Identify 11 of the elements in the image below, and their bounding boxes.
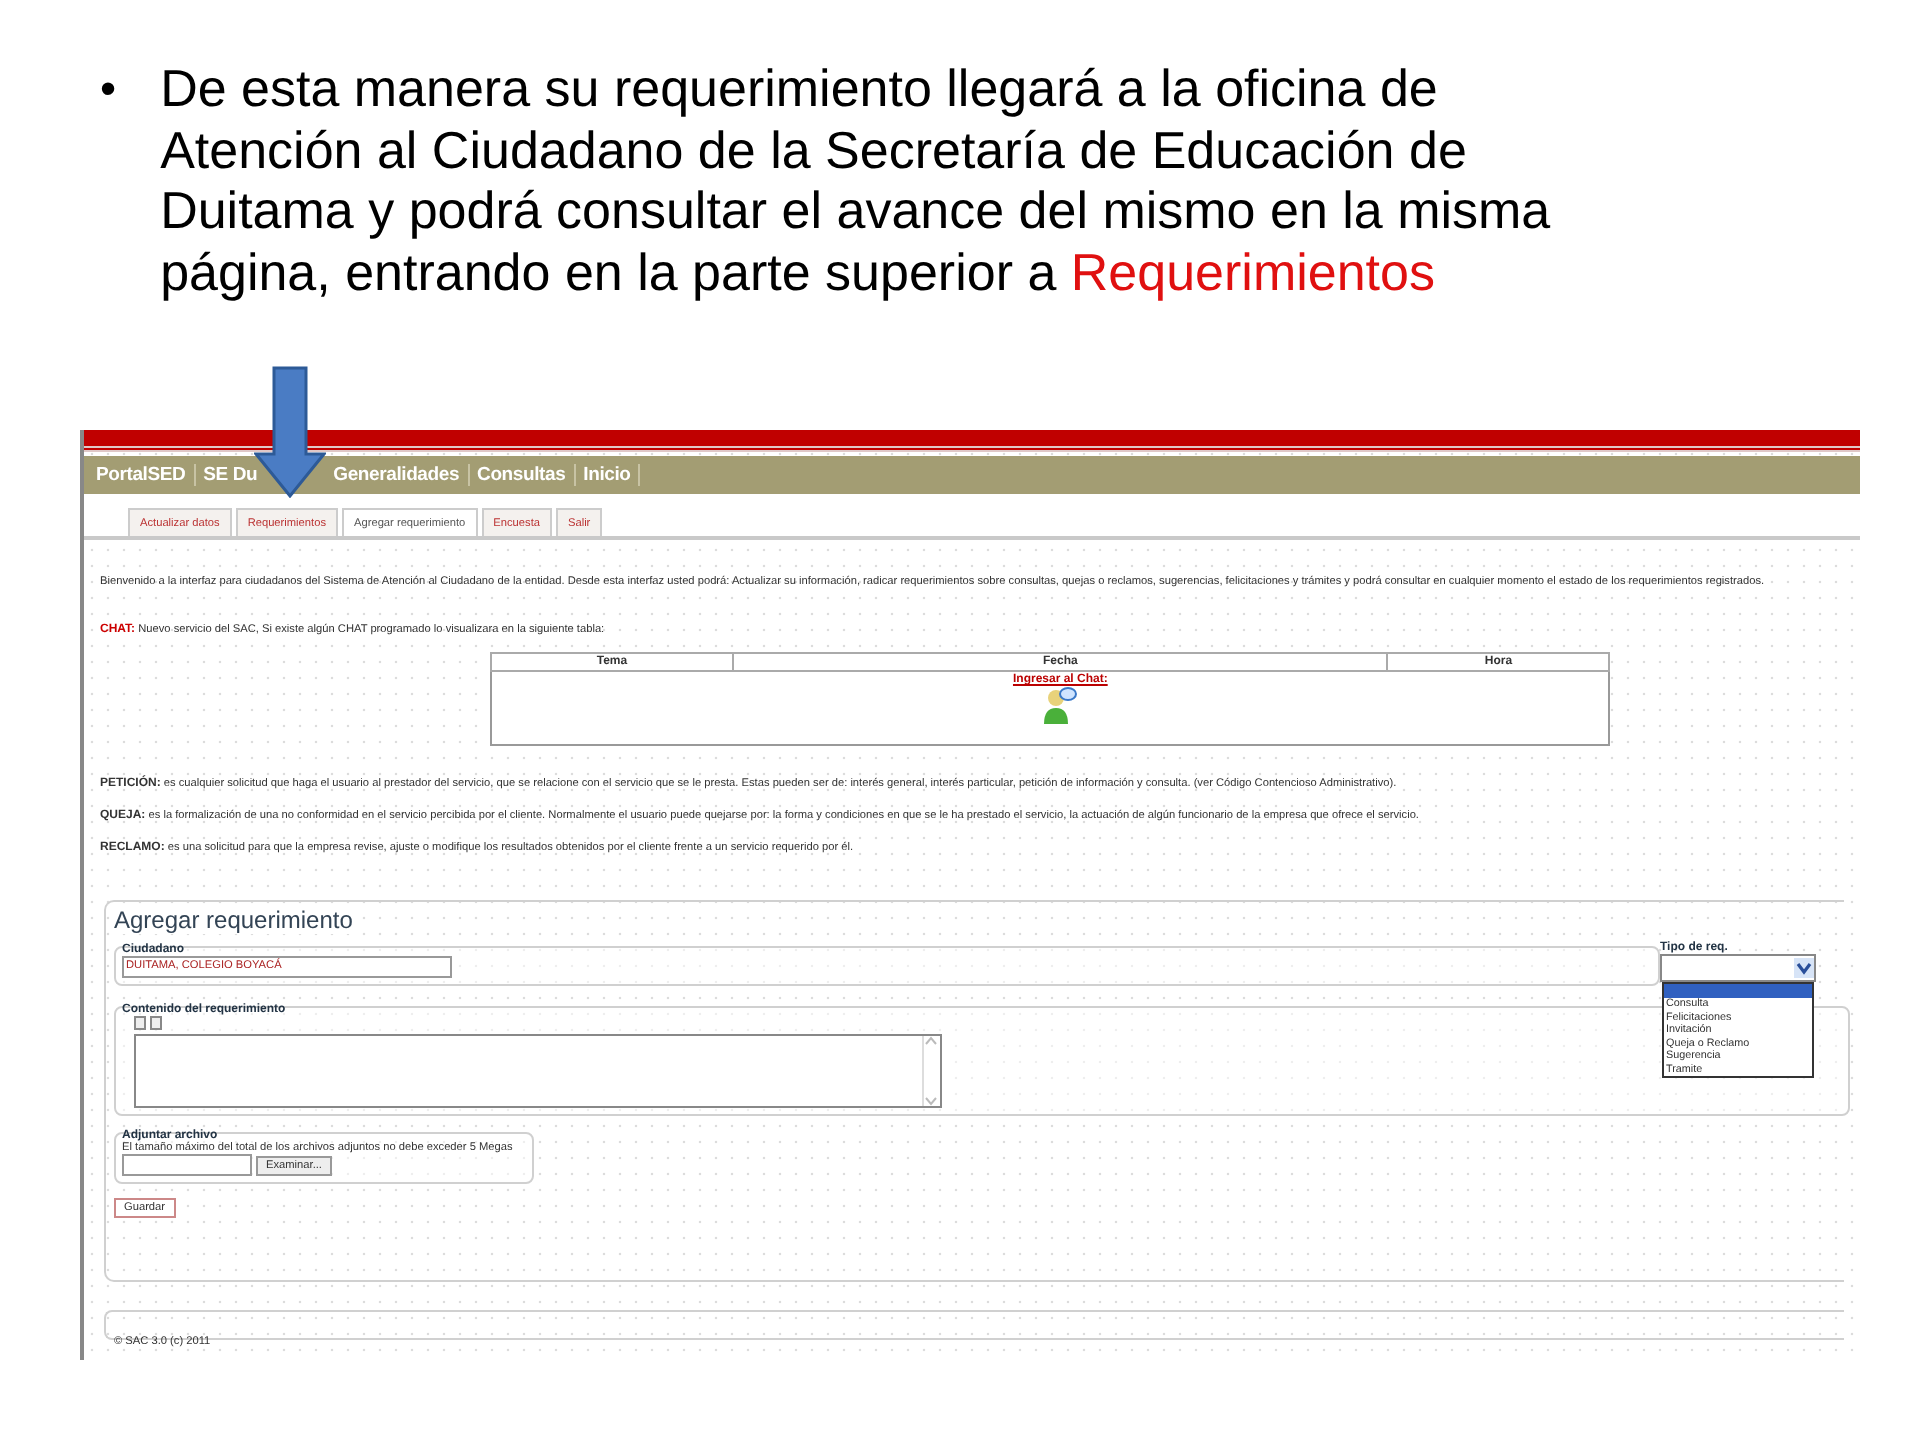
scrollbar[interactable] xyxy=(922,1036,940,1106)
chevron-icon xyxy=(1794,958,1814,978)
chat-user-icon xyxy=(1042,686,1079,726)
scroll-down-icon[interactable] xyxy=(924,1096,938,1106)
file-field[interactable] xyxy=(122,1154,252,1176)
slide-text: De esta manera su requerimiento llegará a la oficina de Atención al Ciudadano de la Secretaría de Educación de Duitama y podrá consultar el avance del mismo en la misma página, entrando en la parte superior a Requerimientos xyxy=(160,58,1553,305)
content-textarea[interactable] xyxy=(134,1034,942,1108)
bullet: • xyxy=(100,60,117,118)
arrow-drawing xyxy=(254,366,326,498)
type-select[interactable] xyxy=(1660,954,1816,982)
scroll-up-icon[interactable] xyxy=(924,1036,938,1046)
